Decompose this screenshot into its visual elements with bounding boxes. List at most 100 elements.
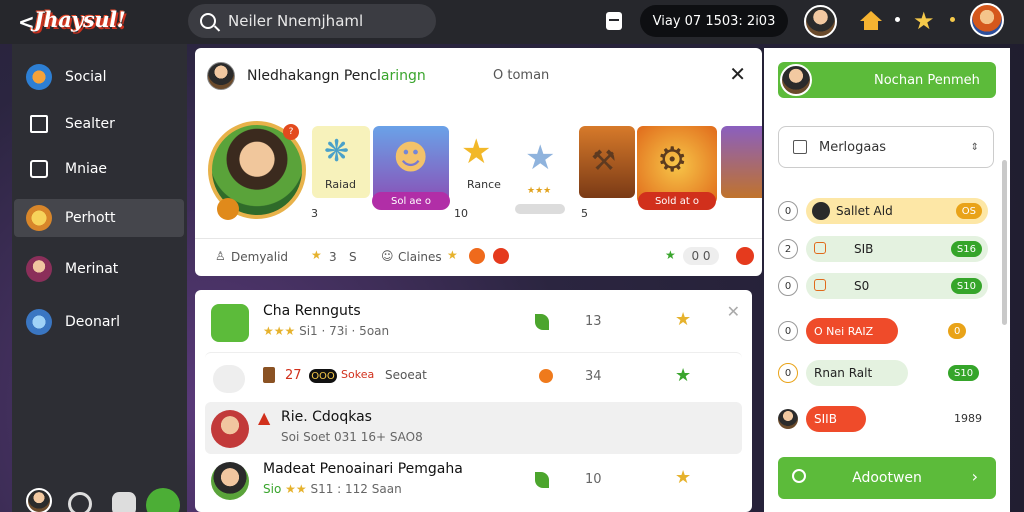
sidebar-item-mniae[interactable]: Mniae: [14, 150, 184, 188]
user-avatar[interactable]: [26, 488, 52, 512]
list-item[interactable]: Madeat Penoainari Pemgaha Sio ★★ S11 : 1…: [205, 454, 742, 506]
item-badge: Sio: [263, 482, 282, 496]
action-button[interactable]: Adootwen ›: [778, 457, 996, 499]
menu-icon[interactable]: [606, 12, 622, 30]
search-icon: [792, 469, 806, 483]
achievement-tile[interactable]: ★ ★★★: [519, 126, 577, 198]
thumbnail: [211, 304, 249, 342]
filter-dropdown[interactable]: Merlogaas ⇕: [778, 126, 994, 168]
row-marker: 2: [778, 239, 798, 259]
stat-bar: S0 S10: [806, 273, 988, 299]
sidebar-item-label: Perhott: [65, 210, 116, 226]
button-label: Adootwen: [852, 470, 922, 486]
warning-icon: ▲: [258, 408, 271, 427]
coin-icon: [469, 248, 485, 264]
stat-row[interactable]: SIIB 1989: [778, 406, 990, 432]
profile-button[interactable]: Nochan Penmeh: [778, 62, 996, 98]
stars-row: ★★: [285, 482, 307, 496]
checkbox[interactable]: [793, 140, 807, 154]
list-item[interactable]: Cha Rennguts ★★★ Si1 · 73i · 5oan 13 ★: [205, 296, 742, 348]
sidebar-item-social[interactable]: Social: [14, 58, 184, 96]
stat-row[interactable]: 0 O Nei RAIZ 0: [778, 318, 967, 344]
stat-row[interactable]: 0 Rnan Ralt S10: [778, 360, 980, 386]
achievement-gallery: ? ❋ Raiad ☻ Sol ae o ★ Rance ★ ★★★ ⚒ ⚙ S…: [195, 118, 762, 228]
star-icon[interactable]: ★: [675, 309, 691, 330]
footer-label[interactable]: Demyalid: [231, 250, 288, 264]
stat-badge: OS: [955, 203, 982, 219]
item-subtitle: Soi Soet 031 16+ SAO8: [281, 430, 423, 444]
item-title: 27: [285, 368, 302, 383]
sidebar-item-merinat[interactable]: Merinat: [14, 250, 184, 288]
search-input[interactable]: Neiler Nnemjhaml: [188, 4, 436, 38]
item-subtitle: Seoeat: [385, 368, 427, 382]
badge: OOO: [309, 369, 337, 383]
button-label: Nochan Penmeh: [874, 72, 980, 88]
sidebar: Social Sealter Mniae Perhott Merinat Deo…: [12, 44, 187, 512]
tile-count: 3: [311, 207, 318, 220]
gem-icon: [493, 248, 509, 264]
stat-badge: 0: [948, 323, 967, 339]
sidebar-item-label: Sealter: [65, 116, 115, 132]
stat-row[interactable]: 2 SIB S16: [778, 236, 988, 262]
profile-name-suffix: aringn: [380, 68, 426, 84]
home-icon[interactable]: [860, 11, 882, 31]
badge-text: Sokea: [341, 368, 375, 381]
back-button[interactable]: <: [18, 10, 35, 34]
leaf-icon: [535, 314, 549, 330]
item-count: 13: [585, 314, 602, 329]
achievement-tile[interactable]: ❋ Raiad: [312, 126, 370, 198]
badge-icon: [26, 205, 52, 231]
close-button[interactable]: ✕: [729, 64, 746, 84]
bag-icon: [263, 367, 275, 383]
scrollbar[interactable]: [1002, 160, 1007, 325]
alert-icon[interactable]: [736, 247, 754, 265]
star-icon[interactable]: ★: [913, 7, 935, 35]
character-icon: ☻: [393, 138, 429, 178]
stat-bar: Sallet Ald OS: [806, 198, 988, 224]
level-badge: [217, 198, 239, 220]
envelope-icon: [30, 115, 48, 133]
gear-icon[interactable]: [112, 492, 136, 512]
stat-label: SIIB: [814, 412, 837, 426]
app-logo[interactable]: Jhaysul!: [34, 7, 126, 32]
sidebar-item-deonarl[interactable]: Deonarl: [14, 303, 184, 341]
list-item[interactable]: ▲ Rie. Cdoqkas Soi Soet 031 16+ SAO8: [205, 402, 742, 454]
stat-row[interactable]: 0 S0 S10: [778, 273, 988, 299]
item-subtitle: ★★★ Si1 · 73i · 5oan: [263, 324, 389, 338]
profile-avatar[interactable]: [970, 3, 1004, 37]
footer-chat[interactable]: Claines: [398, 250, 442, 264]
settings-icon[interactable]: [68, 492, 92, 512]
avatar: [207, 62, 235, 90]
sidebar-item-sealter[interactable]: Sealter: [14, 105, 184, 143]
sidebar-item-perhott[interactable]: Perhott: [14, 199, 184, 237]
sidebar-footer: [12, 484, 187, 512]
separator-dot: [895, 17, 900, 22]
box-icon: [814, 242, 826, 254]
achievement-tile[interactable]: ⚒: [579, 126, 635, 198]
row-marker: 0: [778, 201, 798, 221]
globe-icon: [26, 64, 52, 90]
toggle-value: 0: [691, 249, 700, 263]
stat-badge: S16: [950, 241, 982, 257]
stat-row[interactable]: 0 Sallet Ald OS: [778, 198, 988, 224]
thumbnail: [211, 410, 249, 448]
item-title: Rie. Cdoqkas: [281, 409, 372, 425]
star-icon[interactable]: ★: [675, 467, 691, 488]
stat-label: Rnan Ralt: [814, 366, 873, 380]
coin-icon: [539, 369, 553, 383]
star-icon[interactable]: ★: [675, 365, 691, 386]
achievement-tile[interactable]: [721, 126, 762, 198]
search-placeholder: Neiler Nnemjhaml: [228, 12, 364, 30]
avatar: [778, 409, 798, 429]
add-icon[interactable]: [146, 488, 180, 512]
avatar[interactable]: [804, 5, 837, 38]
profile-card: Nledhakangn Pencl aringn O toman ✕ ? ❋ R…: [195, 48, 762, 276]
sidebar-item-label: Deonarl: [65, 314, 121, 330]
separator-dot: [950, 17, 955, 22]
avatar: [780, 64, 812, 96]
achievement-tile[interactable]: ★ Rance: [457, 126, 515, 198]
list-item[interactable]: 27 OOO Sokea Seoeat 34 ★: [205, 352, 742, 404]
footer-toggle[interactable]: 0 0: [683, 247, 719, 265]
thumbnail: [213, 365, 245, 393]
avatar: [812, 202, 830, 220]
